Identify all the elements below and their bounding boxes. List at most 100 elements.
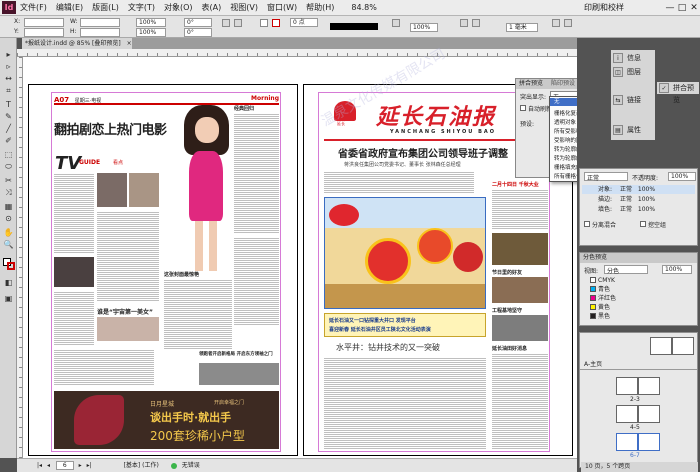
prev-page-icon[interactable]: ◂ [47,462,50,469]
master-thumb-left[interactable] [650,337,672,355]
preflight-preset[interactable]: [基本] (工作) [124,462,159,469]
type-tool-icon[interactable]: T [3,100,14,110]
spread-thumb-2[interactable] [616,377,638,395]
spread-thumb-3[interactable] [638,377,660,395]
minimize-button[interactable]: — [664,3,676,13]
opacity-field[interactable]: 100% [410,23,438,32]
pasteboard[interactable]: A07 星期三·电视 Morning 翻拍剧恋上热门电影 TV GUIDE 看点… [23,46,577,458]
menu-view[interactable]: 视图(V) [230,2,258,13]
first-page-icon[interactable]: |◂ [37,462,42,469]
flattener-panel-button[interactable]: ✓ 拼合预览 [657,82,699,104]
menu-help[interactable]: 帮助(H) [306,2,334,13]
left-page[interactable]: A07 星期三·电视 Morning 翻拍剧恋上热门电影 TV GUIDE 看点… [28,84,298,456]
next-page-icon[interactable]: ▸ [79,462,82,469]
zoom-level[interactable]: 84.8% [351,3,376,12]
document-tab-label: *报纸设计.indd @ 85% [叠印预览] [25,40,121,47]
scissors-tool-icon[interactable]: ✂ [3,176,14,186]
last-page-icon[interactable]: ▸| [87,462,92,469]
close-button[interactable]: ✕ [688,3,700,13]
shear-field[interactable]: 0° [184,28,212,37]
stroke-swatch-icon[interactable] [272,19,280,27]
fill-swatch-icon[interactable] [260,19,268,27]
align-icon[interactable] [552,19,560,27]
effects-row-object[interactable]: 对象: 正常 100% [582,185,695,194]
horizontal-ruler[interactable] [17,49,577,57]
properties-panel-button[interactable]: ▤ 属性 [611,124,655,136]
blend-mode-select[interactable]: 正常 [584,172,628,182]
ink-row-yellow[interactable]: 黄色 [582,303,695,312]
pen-tool-icon[interactable]: ✐ [3,136,14,146]
formatting-icon[interactable]: ◧ [3,278,14,288]
master-thumb-right[interactable] [672,337,694,355]
y-field[interactable] [24,28,64,37]
trap-preset-tab[interactable]: 陷印预设 [551,80,575,87]
stroke-type-field[interactable] [330,23,378,30]
spread-thumb-4[interactable] [616,405,638,423]
effects-row-stroke[interactable]: 描边: 正常 100% [582,195,695,204]
wrap-icon-2[interactable] [472,19,480,27]
right-masthead: 延长石油报 [376,104,497,130]
gap-tool-icon[interactable]: ⌗ [3,86,14,96]
hand-tool-icon[interactable]: ✋ [3,228,14,238]
stroke-color-icon[interactable] [7,262,15,270]
layers-panel-button[interactable]: ◫ 图层 [611,66,655,78]
ink-row-black[interactable]: 黑色 [582,312,695,321]
frame-size-field[interactable]: 1 毫米 [506,23,538,32]
info-panel-button[interactable]: i 信息 [611,52,655,64]
menu-window[interactable]: 窗口(W) [267,2,297,13]
page-tool-icon[interactable]: ↔ [3,74,14,84]
menu-type[interactable]: 文字(T) [128,2,155,13]
menu-table[interactable]: 表(A) [202,2,222,13]
zoom-tool-icon[interactable]: 🔍 [3,240,14,250]
document-tab[interactable]: *报纸设计.indd @ 85% [叠印预览] × [22,38,132,49]
rotate-field[interactable]: 0° [184,18,212,27]
scale-y-field[interactable]: 100% [136,28,166,37]
menu-edit[interactable]: 编辑(E) [56,2,83,13]
maximize-button[interactable]: □ [676,3,688,13]
spread-thumb-7[interactable] [638,433,660,451]
close-tab-icon[interactable]: × [127,40,132,47]
menu-object[interactable]: 对象(O) [164,2,193,13]
auto-refresh-checkbox[interactable] [520,105,526,111]
x-field[interactable] [24,18,64,27]
direct-selection-tool-icon[interactable]: ▹ [3,62,14,72]
flattener-panel-title[interactable]: 拼合预览 [519,80,543,87]
flip-h-icon[interactable] [222,19,230,27]
master-page-label[interactable]: A-主页 [584,359,602,368]
separations-panel-title[interactable]: 分色预览 [583,254,607,261]
note-tool-icon[interactable]: ⊙ [3,214,14,224]
sep-view-select[interactable]: 分色 [604,265,648,275]
links-panel-button[interactable]: ⇆ 链接 [611,94,655,106]
page-number-field[interactable]: 6 [55,461,74,470]
ink-row-magenta[interactable]: 洋红色 [582,294,695,303]
ink-row-cyan[interactable]: 青色 [582,285,695,294]
wrap-icon[interactable] [460,19,468,27]
spread-thumb-5[interactable] [638,405,660,423]
ink-row-cmyk[interactable]: CMYK [582,276,695,285]
opacity-input[interactable]: 100% [668,172,696,181]
workspace-switcher[interactable]: 印刷和校样 [584,2,624,13]
rectangle-frame-tool-icon[interactable]: ⬚ [3,150,14,160]
ellipse-tool-icon[interactable]: ⬭ [3,162,14,172]
sep-opacity-field[interactable]: 100% [662,265,692,274]
selection-tool-icon[interactable]: ▸ [3,50,14,60]
isolate-blending-checkbox[interactable] [584,221,590,227]
scale-x-field[interactable]: 100% [136,18,166,27]
free-transform-tool-icon[interactable]: ⤨ [3,188,14,198]
view-mode-icon[interactable]: ▣ [3,294,14,304]
w-field[interactable] [80,18,120,27]
effects-icon[interactable] [392,19,400,27]
gradient-tool-icon[interactable]: ▦ [3,202,14,212]
effects-row-fill[interactable]: 填色: 正常 100% [582,205,695,214]
left-col-text-6 [164,279,232,349]
h-field[interactable] [80,28,120,37]
spread-thumb-6[interactable] [616,433,638,451]
menu-layout[interactable]: 版面(L) [92,2,119,13]
distribute-icon[interactable] [564,19,572,27]
knockout-group-checkbox[interactable] [640,221,646,227]
flip-v-icon[interactable] [234,19,242,27]
stroke-weight-field[interactable]: 0 点 [290,18,318,27]
menu-file[interactable]: 文件(F) [20,2,47,13]
line-tool-icon[interactable]: ╱ [3,124,14,134]
pencil-tool-icon[interactable]: ✎ [3,112,14,122]
